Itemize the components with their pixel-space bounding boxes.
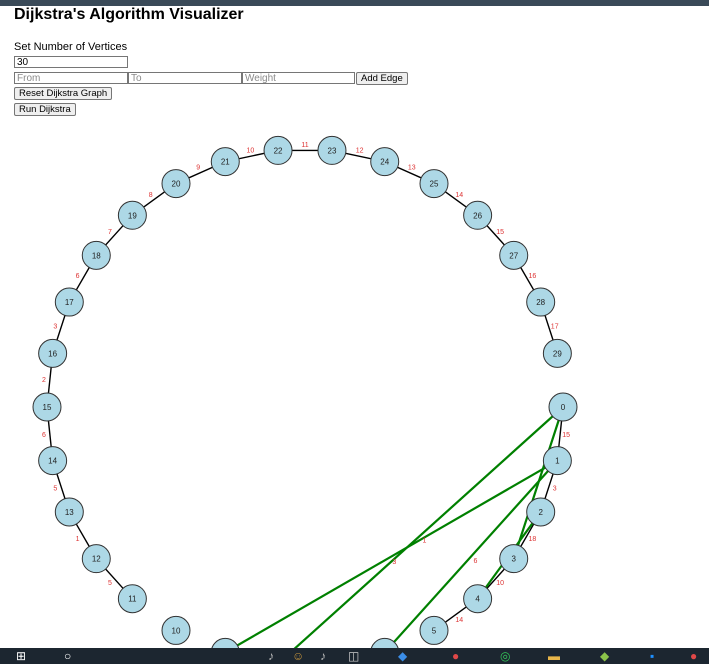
graph-vertex[interactable]: 10 xyxy=(161,615,191,645)
start-icon[interactable]: ⊞ xyxy=(16,649,26,663)
taskbar-app-icon[interactable]: ▬ xyxy=(548,649,560,663)
graph-vertex[interactable]: 11 xyxy=(117,584,147,614)
graph-vertex[interactable]: 17 xyxy=(54,287,84,317)
graph-vertex[interactable]: 5 xyxy=(419,615,449,645)
taskbar-app-icon[interactable]: ▪ xyxy=(650,649,654,663)
vertex-label: 4 xyxy=(475,595,480,604)
edge-weight-label: 3 xyxy=(553,486,557,493)
vertex-label: 17 xyxy=(65,298,74,307)
graph-vertex[interactable]: 1 xyxy=(542,446,572,476)
edge-weight-label: 10 xyxy=(496,580,504,587)
graph-vertex[interactable]: 4 xyxy=(463,584,493,614)
taskbar-app-icon[interactable]: ♪ xyxy=(268,649,274,663)
vertex-label: 0 xyxy=(561,403,566,412)
graph-vertex[interactable]: 20 xyxy=(161,169,191,199)
taskbar-app-icon[interactable]: ◫ xyxy=(348,649,359,663)
graph-vertex[interactable]: 24 xyxy=(370,147,400,177)
graph-vertex[interactable]: 28 xyxy=(526,287,556,317)
graph-vertex[interactable]: 0 xyxy=(548,392,578,422)
edge-weight-label: 12 xyxy=(356,148,364,155)
taskbar-app-icon[interactable]: ● xyxy=(452,649,459,663)
graph-vertex[interactable]: 3 xyxy=(499,544,529,574)
path-weight-label: 1 xyxy=(423,537,427,544)
vertex-label: 21 xyxy=(221,158,230,167)
graph-vertex[interactable]: 26 xyxy=(463,200,493,230)
edge-weight-label: 14 xyxy=(455,192,463,199)
vertex-label: 20 xyxy=(172,180,181,189)
vertex-label: 18 xyxy=(92,251,101,260)
edge-weight-label: 6 xyxy=(76,273,80,280)
graph-vertex[interactable]: 19 xyxy=(117,200,147,230)
path-weight-label: 6 xyxy=(474,558,478,565)
graph-vertex[interactable]: 13 xyxy=(54,497,84,527)
graph-vertex[interactable]: 14 xyxy=(38,446,68,476)
taskbar-app-icon[interactable]: ◆ xyxy=(398,649,407,663)
edge-weight-label: 3 xyxy=(53,323,57,330)
edge-weight-label: 5 xyxy=(108,580,112,587)
taskbar-app-icon[interactable]: ◎ xyxy=(500,649,510,663)
vertex-label: 1 xyxy=(555,457,560,466)
vertex-label: 16 xyxy=(48,349,57,358)
vertex-label: 14 xyxy=(48,457,57,466)
edge-weight-label: 10 xyxy=(247,148,255,155)
vertex-label: 29 xyxy=(553,349,562,358)
vertex-label: 12 xyxy=(92,555,101,564)
edge-weight-label: 6 xyxy=(42,432,46,439)
vertex-label: 15 xyxy=(43,403,52,412)
edge-weight-label: 16 xyxy=(529,273,537,280)
edge-weight-label: 8 xyxy=(149,192,153,199)
graph-vertex[interactable]: 15 xyxy=(32,392,62,422)
taskbar-app-icon[interactable]: ● xyxy=(690,649,697,663)
graph-vertex[interactable]: 2 xyxy=(526,497,556,527)
edge-weight-label: 11 xyxy=(301,142,308,149)
taskbar-app-icon[interactable]: ◆ xyxy=(600,649,609,663)
graph-vertex[interactable]: 12 xyxy=(81,544,111,574)
graph-vertex[interactable]: 16 xyxy=(38,338,68,368)
vertex-label: 2 xyxy=(538,508,543,517)
edge-weight-label: 13 xyxy=(408,165,416,172)
path-weight-label: 3 xyxy=(392,559,396,566)
edge-weight-label: 17 xyxy=(551,323,559,330)
edge-weight-label: 5 xyxy=(53,486,57,493)
vertex-label: 3 xyxy=(511,555,516,564)
edge-weight-label: 14 xyxy=(455,617,463,624)
vertex-label: 5 xyxy=(432,626,437,635)
graph-vertex[interactable]: 29 xyxy=(542,338,572,368)
vertex-label: 28 xyxy=(536,298,545,307)
vertex-label: 22 xyxy=(274,146,283,155)
edge-weight-label: 7 xyxy=(108,229,112,236)
edge-weight-label: 1 xyxy=(76,536,80,543)
graph-vertex[interactable]: 25 xyxy=(419,169,449,199)
graph-vertex[interactable]: 21 xyxy=(210,147,240,177)
edge-weight-label: 2 xyxy=(42,377,46,384)
vertex-label: 25 xyxy=(430,180,439,189)
edge-weight-label: 15 xyxy=(562,432,570,439)
graph-vertex[interactable]: 23 xyxy=(317,135,347,165)
vertex-label: 13 xyxy=(65,508,74,517)
vertex-label: 10 xyxy=(172,626,181,635)
graph-vertex[interactable]: 27 xyxy=(499,240,529,270)
vertex-label: 24 xyxy=(380,158,389,167)
edge-weight-label: 15 xyxy=(496,229,504,236)
vertex-label: 19 xyxy=(128,211,137,220)
vertex-label: 26 xyxy=(473,211,482,220)
taskbar: ⊞ ○ ♪ ☺ ♪ ◫ ◆ ● ◎ ▬ ◆ ▪ ● xyxy=(0,648,709,664)
taskbar-app-icon[interactable]: ☺ xyxy=(292,649,304,663)
taskbar-app-icon[interactable]: ♪ xyxy=(320,649,326,663)
graph-vertex[interactable]: 18 xyxy=(81,240,111,270)
vertex-label: 23 xyxy=(328,146,337,155)
vertex-label: 11 xyxy=(128,595,137,604)
search-icon[interactable]: ○ xyxy=(64,649,71,663)
graph-vertex[interactable]: 22 xyxy=(263,135,293,165)
edge-weight-label: 18 xyxy=(529,536,537,543)
vertex-label: 27 xyxy=(509,251,518,260)
graph-canvas: 0123456789101112131415161718192021222324… xyxy=(32,135,578,664)
edge-weight-label: 9 xyxy=(196,165,200,172)
